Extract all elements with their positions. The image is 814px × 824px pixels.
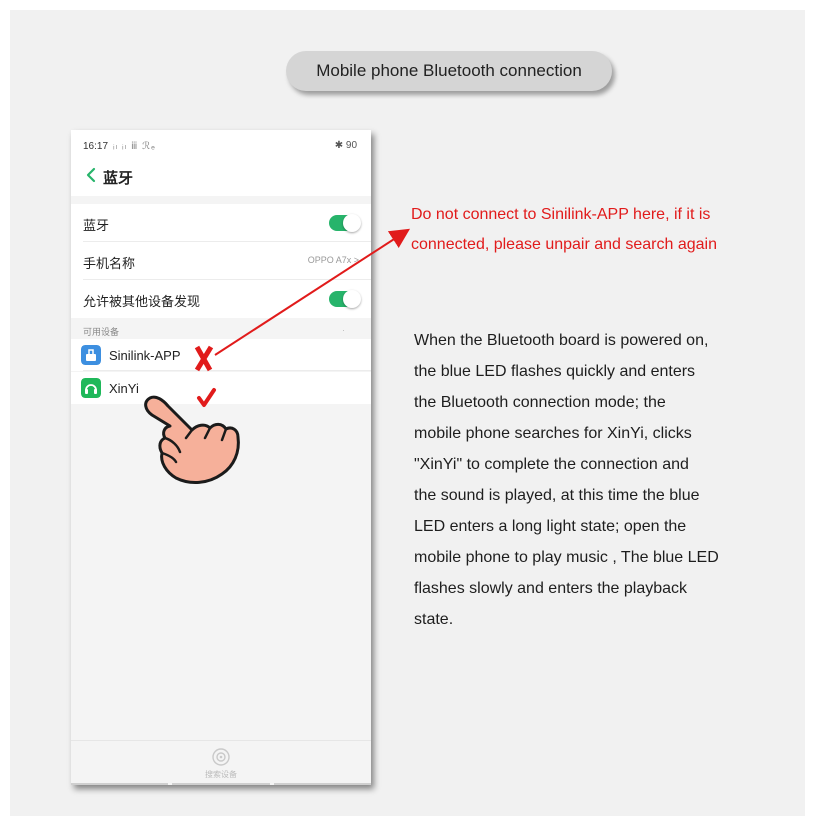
chevron-left-icon[interactable] <box>83 166 99 184</box>
phone-screenshot: 16:17 ᵢₗ ᵢₗ ⅲ ℛₑ ✱ 90 蓝牙 蓝牙 手机名称 OPPO A7… <box>71 130 371 785</box>
discoverable-toggle-row[interactable]: 允许被其他设备发现 <box>71 280 371 318</box>
phone-name-value: OPPO A7x > <box>307 255 359 265</box>
instruction-line: LED enters a long light state; open the <box>414 518 687 535</box>
section-title: Mobile phone Bluetooth connection <box>316 61 582 80</box>
available-devices-header: 可用设备 <box>83 327 120 337</box>
status-time: 16:17 <box>83 141 109 152</box>
warning-line-2: connected, please unpair and search agai… <box>411 236 717 253</box>
device-row-xinyi[interactable]: XinYi <box>71 372 371 404</box>
device-row-sinilink[interactable]: Sinilink-APP <box>71 339 371 371</box>
page-title: 蓝牙 <box>103 170 134 187</box>
discoverable-toggle[interactable] <box>329 290 361 308</box>
row-label: 手机名称 <box>83 256 136 271</box>
bluetooth-toggle-row[interactable]: 蓝牙 <box>71 204 371 242</box>
bottom-lines <box>71 783 371 785</box>
warning-note: Do not connect to Sinilink-APP here, if … <box>411 200 801 260</box>
instruction-line: mobile phone searches for XinYi, clicks <box>414 425 692 442</box>
instruction-line: the sound is played, at this time the bl… <box>414 487 700 504</box>
scan-label: 搜索设备 <box>205 770 237 779</box>
instruction-line: the Bluetooth connection mode; the <box>414 394 666 411</box>
divider <box>83 370 371 371</box>
instruction-line: the blue LED flashes quickly and enters <box>414 363 696 380</box>
warning-line-1: Do not connect to Sinilink-APP here, if … <box>411 206 711 223</box>
instruction-line: mobile phone to play music , The blue LE… <box>414 549 719 566</box>
status-bar: 16:17 ᵢₗ ᵢₗ ⅲ ℛₑ ✱ 90 <box>71 130 371 158</box>
instruction-line: flashes slowly and enters the playback <box>414 580 688 597</box>
phone-name-row[interactable]: 手机名称 OPPO A7x > <box>71 242 371 280</box>
loading-indicator: · <box>342 325 345 335</box>
device-name: Sinilink-APP <box>109 348 181 363</box>
section-title-pill: Mobile phone Bluetooth connection <box>286 51 612 91</box>
bluetooth-toggle[interactable] <box>329 214 361 232</box>
headset-icon <box>81 378 101 398</box>
scan-icon[interactable] <box>211 747 231 767</box>
device-name: XinYi <box>109 381 139 396</box>
signal-icons: ᵢₗ ᵢₗ ⅲ ℛₑ <box>113 141 156 152</box>
instructions-text: When the Bluetooth board is powered on, … <box>414 325 794 635</box>
battery-indicator: ✱ 90 <box>334 140 357 151</box>
nav-bar: 蓝牙 <box>71 158 371 196</box>
instruction-line: When the Bluetooth board is powered on, <box>414 332 709 349</box>
row-label: 允许被其他设备发现 <box>83 294 201 309</box>
instruction-line: "XinYi" to complete the connection and <box>414 456 689 473</box>
row-label: 蓝牙 <box>83 218 110 233</box>
bottom-bar: 搜索设备 <box>71 740 371 785</box>
instruction-line: state. <box>414 611 454 628</box>
bluetooth-app-icon <box>81 345 101 365</box>
